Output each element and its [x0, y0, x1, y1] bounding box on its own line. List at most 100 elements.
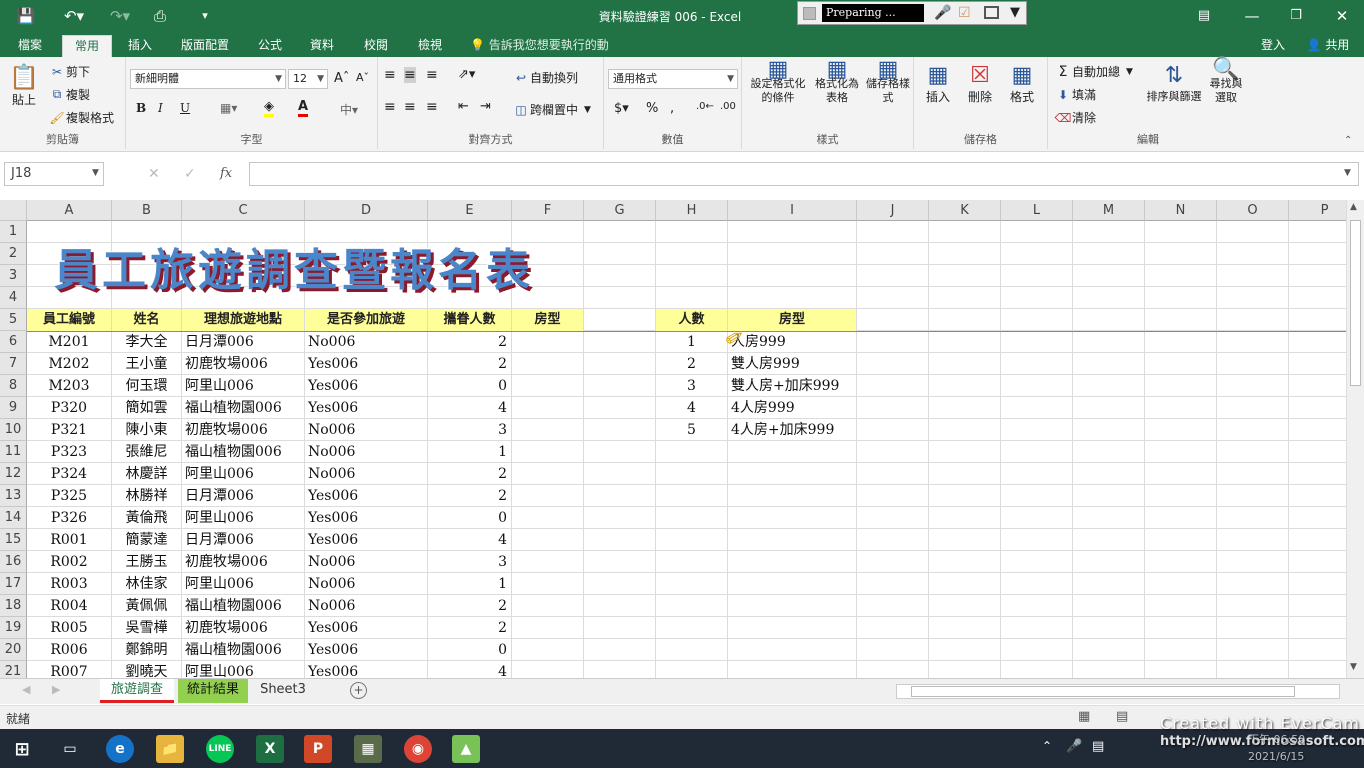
table-cell[interactable]: 劉曉天: [112, 661, 181, 678]
borders-icon[interactable]: ▦▾: [220, 101, 237, 115]
table-cell[interactable]: R004: [27, 595, 111, 617]
table-cell[interactable]: 初鹿牧場006: [182, 419, 304, 441]
column-header-o[interactable]: O: [1217, 200, 1289, 221]
row-header-19[interactable]: 19: [0, 617, 27, 639]
table-cell[interactable]: 林佳家: [112, 573, 181, 595]
table-header-cell[interactable]: 姓名: [112, 309, 181, 331]
column-header-e[interactable]: E: [428, 200, 512, 221]
table-cell[interactable]: 3: [428, 419, 511, 441]
lookup-room-cell[interactable]: 雙人房999: [728, 353, 856, 375]
row-header-10[interactable]: 10: [0, 419, 27, 441]
row-header-6[interactable]: 6: [0, 331, 27, 353]
tab-file[interactable]: 檔案: [8, 35, 52, 57]
ribbon-options-icon[interactable]: ▤: [1192, 5, 1216, 26]
row-header-15[interactable]: 15: [0, 529, 27, 551]
phonetic-icon[interactable]: 中▾: [340, 101, 358, 118]
table-cell[interactable]: R006: [27, 639, 111, 661]
name-box[interactable]: J18: [4, 162, 104, 186]
normal-view-icon[interactable]: ▦: [1078, 709, 1090, 724]
prev-sheet-icon[interactable]: ◀: [22, 683, 30, 696]
restore-icon[interactable]: ❐: [1284, 5, 1308, 26]
microphone-tray-icon[interactable]: 🎤: [1066, 739, 1082, 754]
table-cell[interactable]: 簡如雲: [112, 397, 181, 419]
column-header-i[interactable]: I: [728, 200, 857, 221]
lookup-count-cell[interactable]: 3: [656, 375, 727, 397]
insert-function-icon[interactable]: fx: [220, 166, 232, 181]
table-cell[interactable]: 2: [428, 463, 511, 485]
tab-view[interactable]: 檢視: [410, 35, 450, 57]
table-cell[interactable]: Yes006: [305, 639, 427, 661]
find-select-button[interactable]: 🔍 尋找與選取: [1206, 59, 1246, 105]
table-cell[interactable]: Yes006: [305, 353, 427, 375]
orientation-icon[interactable]: ⇗▾: [458, 67, 475, 82]
align-bottom-icon[interactable]: ≡: [426, 67, 438, 83]
redo-icon[interactable]: ↷▾: [104, 5, 136, 26]
network-tray-icon[interactable]: ▤: [1092, 739, 1104, 754]
increase-decimal-icon[interactable]: .0←: [696, 101, 714, 112]
row-header-14[interactable]: 14: [0, 507, 27, 529]
share-button[interactable]: 👤 共用: [1300, 35, 1356, 57]
table-cell[interactable]: 初鹿牧場006: [182, 551, 304, 573]
row-header-18[interactable]: 18: [0, 595, 27, 617]
table-cell[interactable]: P321: [27, 419, 111, 441]
table-cell[interactable]: 0: [428, 375, 511, 397]
insert-cells-button[interactable]: ▦ 插入: [920, 63, 956, 105]
table-cell[interactable]: 陳小東: [112, 419, 181, 441]
android-icon[interactable]: ▲: [452, 735, 480, 763]
save-icon[interactable]: 💾: [14, 5, 38, 26]
table-header-cell[interactable]: 攜眷人數: [428, 309, 511, 331]
table-cell[interactable]: 王勝玉: [112, 551, 181, 573]
row-header-16[interactable]: 16: [0, 551, 27, 573]
table-cell[interactable]: Yes006: [305, 397, 427, 419]
row-header-13[interactable]: 13: [0, 485, 27, 507]
tray-chevron-icon[interactable]: ⌃: [1042, 739, 1052, 753]
table-cell[interactable]: P320: [27, 397, 111, 419]
font-size-select[interactable]: 12 ▼: [288, 69, 328, 89]
table-cell[interactable]: R002: [27, 551, 111, 573]
column-header-n[interactable]: N: [1145, 200, 1217, 221]
table-cell[interactable]: 阿里山006: [182, 507, 304, 529]
table-cell[interactable]: 林勝祥: [112, 485, 181, 507]
select-all-corner[interactable]: [0, 200, 27, 221]
vertical-scrollbar[interactable]: ▲ ▼: [1346, 200, 1364, 678]
line-icon[interactable]: LINE: [206, 735, 234, 763]
table-cell[interactable]: 福山植物園006: [182, 595, 304, 617]
table-cell[interactable]: 鄭錦明: [112, 639, 181, 661]
increase-indent-icon[interactable]: ⇥: [480, 99, 491, 114]
table-cell[interactable]: Yes006: [305, 485, 427, 507]
table-cell[interactable]: 2: [428, 617, 511, 639]
lookup-room-cell[interactable]: 雙人房+加床999: [728, 375, 856, 397]
format-painter-button[interactable]: 🖌 複製格式: [48, 109, 114, 126]
add-sheet-icon[interactable]: +: [350, 682, 367, 699]
page-layout-view-icon[interactable]: ▤: [1116, 709, 1128, 724]
decrease-indent-icon[interactable]: ⇤: [458, 99, 469, 114]
row-header-3[interactable]: 3: [0, 265, 27, 287]
table-cell[interactable]: M202: [27, 353, 111, 375]
row-header-21[interactable]: 21: [0, 661, 27, 678]
expand-formula-icon[interactable]: ▼: [1344, 168, 1351, 178]
table-cell[interactable]: 阿里山006: [182, 573, 304, 595]
align-top-icon[interactable]: ≡: [384, 67, 396, 83]
mic-icon[interactable]: 🎤: [934, 5, 951, 21]
column-header-d[interactable]: D: [305, 200, 428, 221]
column-header-b[interactable]: B: [112, 200, 182, 221]
align-right-icon[interactable]: ≡: [426, 99, 438, 115]
fill-button[interactable]: ⬇ 填滿: [1054, 86, 1096, 103]
stop-icon[interactable]: [803, 7, 816, 20]
table-cell[interactable]: 3: [428, 551, 511, 573]
lookup-count-cell[interactable]: 5: [656, 419, 727, 441]
table-cell[interactable]: Yes006: [305, 529, 427, 551]
table-header-cell[interactable]: 理想旅遊地點: [182, 309, 304, 331]
align-middle-icon[interactable]: ≡: [404, 67, 416, 83]
table-cell[interactable]: No006: [305, 573, 427, 595]
enter-icon[interactable]: ✓: [184, 166, 196, 182]
row-header-20[interactable]: 20: [0, 639, 27, 661]
file-explorer-icon[interactable]: 📁: [156, 735, 184, 763]
formula-input[interactable]: [249, 162, 1359, 186]
row-header-17[interactable]: 17: [0, 573, 27, 595]
table-cell[interactable]: M203: [27, 375, 111, 397]
worksheet-grid[interactable]: ABCDEFGHIJKLMNOP 1 2 3 4 5 6 7 8 9 10 11 12 13 14 15 16…: [0, 200, 1346, 678]
currency-icon[interactable]: $▾: [614, 101, 629, 116]
format-cells-button[interactable]: ▦ 格式: [1004, 63, 1040, 105]
tell-me-box[interactable]: 💡 告訴我您想要執行的動作...: [470, 35, 630, 72]
